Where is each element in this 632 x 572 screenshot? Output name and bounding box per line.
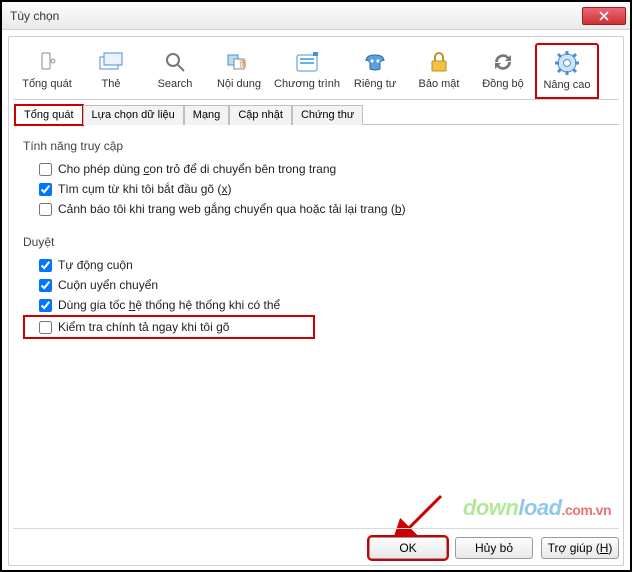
ok-button[interactable]: OK: [369, 537, 447, 559]
opt-label: Dùng gia tốc hệ thống hệ thống khi có th…: [58, 298, 280, 312]
gear-icon: [551, 49, 583, 77]
search-icon: [159, 48, 191, 76]
programs-icon: [291, 48, 323, 76]
toolbar: Tổng quát Thẻ Search 页 Nội dung: [13, 41, 619, 100]
opt-label: Tự động cuộn: [58, 258, 133, 272]
toolbar-label: Thẻ: [80, 78, 142, 90]
close-button[interactable]: [582, 7, 626, 25]
toolbar-general[interactable]: Tổng quát: [15, 43, 79, 99]
checkbox[interactable]: [39, 321, 52, 334]
button-label: Hủy bỏ: [475, 541, 513, 555]
group-accessibility: Tính năng truy cập: [23, 139, 609, 153]
opt-label: Cho phép dùng con trỏ để di chuyển bên t…: [58, 162, 336, 176]
toolbar-label: Nâng cao: [537, 79, 597, 91]
toolbar-label: Chương trình: [272, 78, 342, 90]
tab-general[interactable]: Tổng quát: [15, 105, 83, 125]
checkbox[interactable]: [39, 279, 52, 292]
opt-label: Tìm cụm từ khi tôi bắt đầu gõ (x): [58, 182, 231, 196]
toolbar-privacy[interactable]: Riêng tư: [343, 43, 407, 99]
checkbox[interactable]: [39, 299, 52, 312]
opt-search-typing[interactable]: Tìm cụm từ khi tôi bắt đầu gõ (x): [23, 179, 609, 199]
tab-label: Tổng quát: [24, 109, 74, 121]
tab-data-choices[interactable]: Lựa chọn dữ liệu: [83, 105, 184, 125]
sync-icon: [487, 48, 519, 76]
tab-certificates[interactable]: Chứng thư: [292, 105, 363, 125]
tab-label: Mạng: [193, 109, 221, 121]
svg-text:页: 页: [239, 60, 247, 69]
checkbox[interactable]: [39, 163, 52, 176]
toolbar-label: Đồng bộ: [472, 78, 534, 90]
content-icon: 页: [223, 48, 255, 76]
checkbox[interactable]: [39, 203, 52, 216]
toolbar-programs[interactable]: Chương trình: [271, 43, 343, 99]
sub-tabs: Tổng quát Lựa chọn dữ liệu Mạng Cập nhật…: [13, 104, 619, 125]
help-button[interactable]: Trợ giúp (H): [541, 537, 619, 559]
toolbar-label: Tổng quát: [16, 78, 78, 90]
cancel-button[interactable]: Hủy bỏ: [455, 537, 533, 559]
toolbar-label: Bảo mật: [408, 78, 470, 90]
toolbar-label: Search: [144, 78, 206, 90]
opt-label: Cuộn uyển chuyển: [58, 278, 158, 292]
tab-update[interactable]: Cập nhật: [229, 105, 292, 125]
lock-icon: [423, 48, 455, 76]
titlebar: Tùy chọn: [2, 2, 630, 30]
tabs-icon: [95, 48, 127, 76]
toolbar-search[interactable]: Search: [143, 43, 207, 99]
privacy-icon: [359, 48, 391, 76]
general-icon: [31, 48, 63, 76]
tab-label: Lựa chọn dữ liệu: [92, 109, 175, 121]
opt-label: Cảnh báo tôi khi trang web gắng chuyển q…: [58, 202, 406, 216]
group-browsing: Duyệt: [23, 235, 609, 249]
opt-warn-redirect[interactable]: Cảnh báo tôi khi trang web gắng chuyển q…: [23, 199, 609, 219]
tab-network[interactable]: Mạng: [184, 105, 230, 125]
checkbox[interactable]: [39, 183, 52, 196]
tab-label: Chứng thư: [301, 109, 354, 121]
toolbar-advanced[interactable]: Nâng cao: [535, 43, 599, 99]
opt-cursor-browse[interactable]: Cho phép dùng con trỏ để di chuyển bên t…: [23, 159, 609, 179]
toolbar-label: Nội dung: [208, 78, 270, 90]
checkbox[interactable]: [39, 259, 52, 272]
button-label: OK: [399, 541, 416, 555]
content-frame: Tổng quát Thẻ Search 页 Nội dung: [8, 36, 624, 566]
toolbar-content[interactable]: 页 Nội dung: [207, 43, 271, 99]
toolbar-security[interactable]: Bảo mật: [407, 43, 471, 99]
footer-buttons: OK Hủy bỏ Trợ giúp (H): [13, 528, 619, 559]
opt-label: Kiểm tra chính tả ngay khi tôi gõ: [58, 320, 229, 334]
opt-autoscroll[interactable]: Tự động cuộn: [23, 255, 609, 275]
panel-general: Tính năng truy cập Cho phép dùng con trỏ…: [13, 125, 619, 505]
opt-spellcheck[interactable]: Kiểm tra chính tả ngay khi tôi gõ: [23, 315, 315, 339]
toolbar-tabs[interactable]: Thẻ: [79, 43, 143, 99]
button-label: Trợ giúp (H): [548, 541, 613, 555]
opt-hw-accel[interactable]: Dùng gia tốc hệ thống hệ thống khi có th…: [23, 295, 609, 315]
toolbar-label: Riêng tư: [344, 78, 406, 90]
tab-label: Cập nhật: [238, 109, 283, 121]
opt-smooth-scroll[interactable]: Cuộn uyển chuyển: [23, 275, 609, 295]
toolbar-sync[interactable]: Đồng bộ: [471, 43, 535, 99]
window-title: Tùy chọn: [10, 9, 59, 23]
